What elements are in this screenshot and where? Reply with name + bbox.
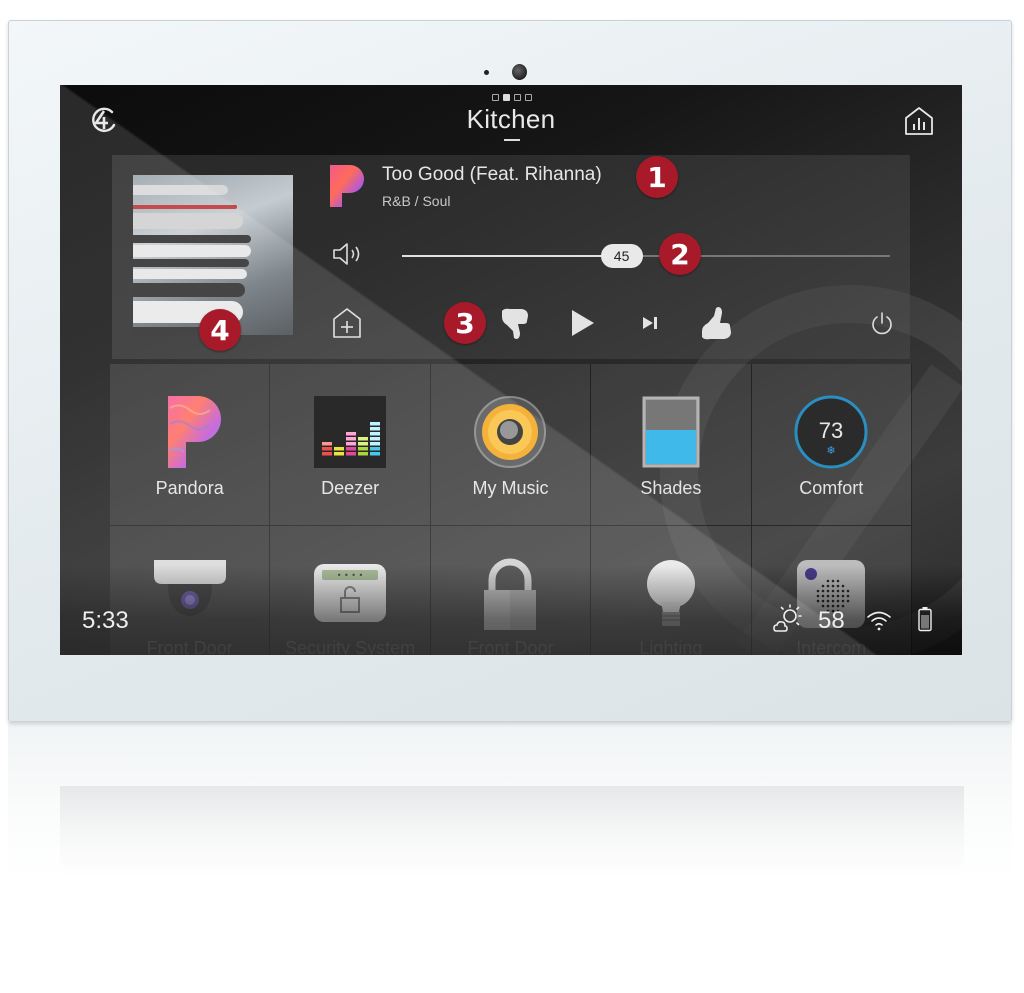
pandora-source-icon — [330, 165, 364, 207]
microphone-dot — [484, 70, 489, 75]
deezer-eq-segment — [370, 452, 381, 456]
volume-slider-thumb[interactable]: 45 — [600, 244, 643, 268]
tile-label: Comfort — [799, 478, 864, 498]
thermostat-setpoint: 73 — [819, 418, 843, 443]
tile-deezer[interactable]: Deezer — [270, 364, 431, 526]
deezer-eq-segment — [346, 432, 357, 436]
shades-icon — [642, 396, 700, 468]
clock: 5:33 — [82, 607, 129, 634]
volume-slider[interactable]: 45 — [402, 244, 890, 268]
tile-label: Deezer — [321, 478, 380, 498]
add-room-icon[interactable] — [332, 307, 362, 339]
callout-badge-4: 4 — [199, 309, 241, 351]
pandora-icon — [167, 396, 221, 468]
deezer-eq-segment — [322, 442, 333, 446]
deezer-eq-segment — [370, 432, 381, 436]
track-title: Too Good (Feat. Rihanna) — [382, 164, 602, 185]
cooling-snowflake-icon: ❄ — [827, 444, 836, 457]
deezer-eq-segment — [346, 447, 357, 451]
thermostat-icon: 73 ❄ — [794, 395, 868, 469]
thumbs-up-icon[interactable] — [700, 305, 734, 341]
page-dot[interactable] — [525, 94, 532, 101]
tile-pandora[interactable]: Pandora — [110, 364, 271, 526]
battery-icon — [918, 607, 932, 632]
thumbs-down-icon[interactable] — [500, 307, 532, 341]
tile-my-music[interactable]: My Music — [430, 364, 592, 526]
page-dot[interactable] — [492, 94, 499, 101]
energy-stats-icon[interactable] — [903, 105, 935, 137]
deezer-eq-segment — [370, 442, 381, 446]
deezer-eq-segment — [322, 447, 333, 451]
deezer-eq-segment — [370, 422, 381, 426]
deezer-eq-segment — [370, 427, 381, 431]
deezer-eq-segment — [322, 452, 333, 456]
track-genre: R&B / Soul — [382, 193, 451, 209]
volume-slider-fill — [402, 255, 622, 257]
tile-comfort[interactable]: 73 ❄ Comfort — [751, 364, 912, 526]
control4-logo-icon[interactable] — [88, 105, 118, 135]
deezer-eq-segment — [358, 452, 369, 456]
deezer-eq-segment — [358, 442, 369, 446]
power-icon[interactable] — [870, 311, 894, 337]
room-title-underline — [504, 139, 520, 141]
next-track-icon[interactable] — [642, 315, 658, 331]
deezer-icon — [314, 396, 387, 468]
deezer-eq-segment — [358, 447, 369, 451]
deezer-eq-segment — [334, 447, 345, 451]
page-dot-active[interactable] — [503, 94, 510, 101]
callout-badge-3: 3 — [444, 302, 486, 344]
room-title[interactable]: Kitchen — [60, 104, 962, 135]
partly-sunny-icon[interactable] — [772, 603, 804, 635]
touchscreen: Kitchen Too Good (Feat. Rihanna) R&B / S… — [60, 85, 962, 655]
front-camera — [512, 64, 527, 80]
screen-reflection — [60, 786, 964, 876]
outdoor-temperature[interactable]: 58 — [818, 607, 845, 635]
deezer-eq-segment — [346, 442, 357, 446]
speaker-icon — [474, 396, 547, 468]
deezer-eq-segment — [334, 452, 345, 456]
play-icon[interactable] — [570, 308, 596, 338]
callout-badge-2: 2 — [659, 233, 701, 275]
volume-icon[interactable] — [332, 241, 366, 267]
deezer-eq-segment — [358, 437, 369, 441]
tile-label: Shades — [640, 478, 702, 498]
callout-badge-1: 1 — [636, 156, 678, 198]
tile-label: My Music — [472, 478, 549, 498]
deezer-eq-segment — [370, 447, 381, 451]
tile-label: Pandora — [155, 478, 224, 498]
deezer-eq-segment — [346, 437, 357, 441]
wifi-icon — [867, 611, 891, 631]
deezer-eq-segment — [346, 452, 357, 456]
page-dot[interactable] — [514, 94, 521, 101]
deezer-eq-segment — [370, 437, 381, 441]
page-indicator[interactable] — [492, 94, 532, 101]
tile-shades[interactable]: Shades — [591, 364, 752, 526]
